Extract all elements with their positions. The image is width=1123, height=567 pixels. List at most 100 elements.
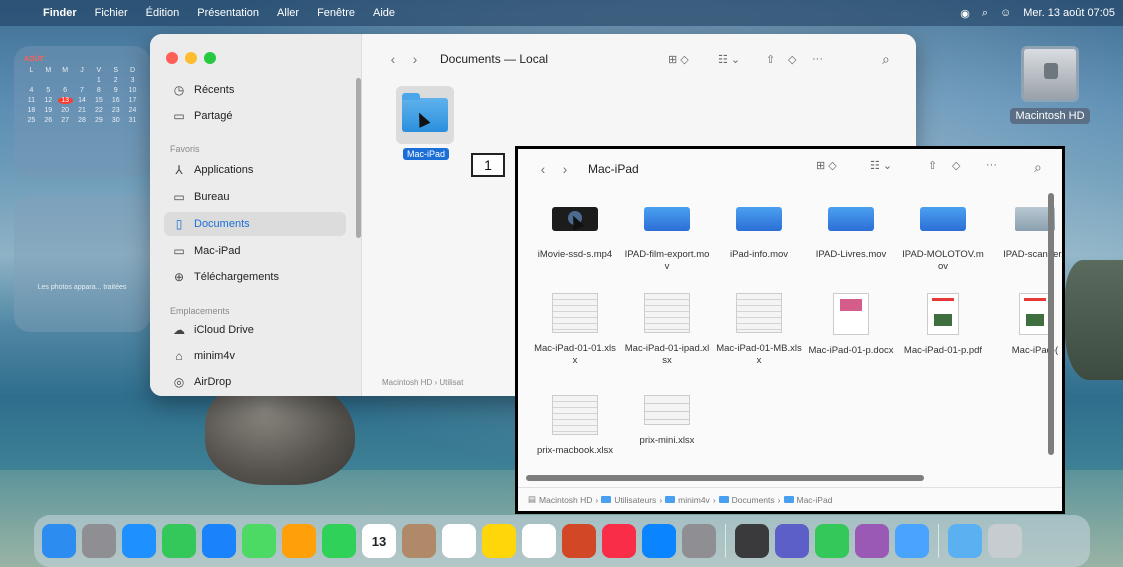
- powerpoint-icon[interactable]: [562, 524, 596, 558]
- menu-app-finder[interactable]: Finder: [34, 7, 86, 19]
- file-item[interactable]: iPad-info.mov: [716, 207, 802, 261]
- file-item[interactable]: Mac-iPad-01-p.pdf: [900, 293, 986, 357]
- path-item[interactable]: Documents: [732, 495, 775, 505]
- photos-widget[interactable]: Les photos appara... traitées: [14, 196, 150, 332]
- folder-mac-ipad[interactable]: Mac-iPad: [396, 86, 456, 162]
- share-icon[interactable]: ⇧: [928, 159, 937, 172]
- path-bar[interactable]: Macintosh HD › Utilisat: [382, 378, 463, 387]
- migration-icon[interactable]: [735, 524, 769, 558]
- minimize-button[interactable]: [185, 52, 197, 64]
- contacts-icon[interactable]: [402, 524, 436, 558]
- mail-icon[interactable]: [202, 524, 236, 558]
- menu-fichier[interactable]: Fichier: [86, 7, 137, 19]
- sidebar-item-icloud[interactable]: ☁ iCloud Drive: [164, 318, 346, 342]
- spotlight-icon[interactable]: ⌕: [982, 7, 988, 20]
- more-icon[interactable]: ···: [986, 159, 997, 171]
- menu-fenetre[interactable]: Fenêtre: [308, 7, 364, 19]
- search-icon[interactable]: ⌕: [1034, 159, 1042, 176]
- finder-window-mac-ipad[interactable]: ‹ › Mac-iPad ⊞ ◇ ☷ ⌄ ⇧ ◇ ··· ⌕ iMovie-ss…: [515, 146, 1065, 514]
- freeform-icon[interactable]: [522, 524, 556, 558]
- airdrop-icon: ◎: [173, 375, 185, 389]
- file-item[interactable]: IPAD-Livres.mov: [808, 207, 894, 261]
- file-item[interactable]: prix-mini.xlsx: [624, 395, 710, 447]
- music-icon[interactable]: [602, 524, 636, 558]
- search-icon[interactable]: ⌕: [882, 48, 890, 70]
- calendar-icon[interactable]: 13: [362, 524, 396, 558]
- file-item[interactable]: prix-macbook.xlsx: [532, 395, 618, 457]
- back-button[interactable]: ‹: [382, 48, 404, 70]
- launchpad-icon[interactable]: [82, 524, 116, 558]
- file-item[interactable]: Mac-iPad-01-ipad.xlsx: [624, 293, 710, 367]
- forward-button[interactable]: ›: [404, 48, 426, 70]
- menubar-clock[interactable]: Mer. 13 août 07:05: [1023, 7, 1115, 19]
- sidebar-item-airdrop[interactable]: ◎ AirDrop: [164, 370, 346, 394]
- podcast-icon[interactable]: [855, 524, 889, 558]
- path-item[interactable]: minim4v: [678, 495, 710, 505]
- reminders-icon[interactable]: [442, 524, 476, 558]
- file-name: Mac-iPad-01-p.pdf: [903, 345, 983, 356]
- appstore-icon[interactable]: [642, 524, 676, 558]
- sidebar-item-documents[interactable]: ▯ Documents: [164, 212, 346, 236]
- view-grid-icon[interactable]: ⊞ ◇: [816, 159, 837, 172]
- horizontal-scrollbar[interactable]: [526, 475, 924, 481]
- close-button[interactable]: [166, 52, 178, 64]
- menu-aller[interactable]: Aller: [268, 7, 308, 19]
- settings-icon[interactable]: [682, 524, 716, 558]
- calendar-day: 8: [96, 87, 101, 94]
- calendar-day: 1: [96, 77, 101, 84]
- forward-button[interactable]: ›: [554, 158, 576, 180]
- sidebar-item-bureau[interactable]: ▭ Bureau: [164, 185, 346, 209]
- downloads-folder-icon[interactable]: [948, 524, 982, 558]
- file-item[interactable]: Mac-iPad-01-MB.xlsx: [716, 293, 802, 367]
- sidebar-scrollbar[interactable]: [356, 78, 361, 238]
- tag-icon[interactable]: ◇: [952, 159, 960, 172]
- menu-presentation[interactable]: Présentation: [188, 7, 268, 19]
- path-bar[interactable]: ▤ Macintosh HD › Utilisateurs › minim4v › D…: [518, 487, 1062, 511]
- file-item[interactable]: IPAD-film-export.mov: [624, 207, 710, 273]
- photos-icon[interactable]: [282, 524, 316, 558]
- path-item[interactable]: Mac-iPad: [797, 495, 833, 505]
- file-item[interactable]: Mac-iPad-(: [992, 293, 1062, 357]
- back-button[interactable]: ‹: [532, 158, 554, 180]
- vertical-scrollbar[interactable]: [1048, 193, 1054, 455]
- path-item[interactable]: Utilisateurs: [614, 495, 656, 505]
- app-icon[interactable]: [815, 524, 849, 558]
- share-icon[interactable]: ⇧: [766, 48, 775, 70]
- file-item[interactable]: IPAD-scanner.r: [992, 207, 1062, 261]
- file-item[interactable]: Mac-iPad-01-p.docx: [808, 293, 894, 357]
- zoom-button[interactable]: [204, 52, 216, 64]
- file-item[interactable]: Mac-iPad-01-01.xlsx: [532, 293, 618, 367]
- maps-icon[interactable]: [242, 524, 276, 558]
- macintosh-hd-desktop-icon[interactable]: Macintosh HD: [1000, 46, 1100, 124]
- messages-icon[interactable]: [162, 524, 196, 558]
- sidebar-item-telechargements[interactable]: ⊕ Téléchargements: [164, 265, 346, 289]
- sidebar-item-applications[interactable]: ⅄ Applications: [164, 158, 346, 182]
- menu-edition[interactable]: Édition: [137, 7, 189, 19]
- group-icon[interactable]: ☷ ⌄: [870, 159, 892, 172]
- weather-icon[interactable]: [895, 524, 929, 558]
- teams-icon[interactable]: [775, 524, 809, 558]
- more-icon[interactable]: ···: [812, 48, 823, 70]
- sidebar-item-partage[interactable]: ▭ Partagé: [164, 104, 346, 128]
- view-grid-icon[interactable]: ⊞ ◇: [668, 48, 689, 70]
- finder-icon[interactable]: [42, 524, 76, 558]
- menu-aide[interactable]: Aide: [364, 7, 404, 19]
- dock: 13: [34, 515, 1090, 567]
- file-item[interactable]: iMovie-ssd-s.mp4: [532, 207, 618, 261]
- tag-icon[interactable]: ◇: [788, 48, 796, 70]
- group-icon[interactable]: ☷ ⌄: [718, 48, 740, 70]
- file-item[interactable]: IPAD-MOLOTOV.mov: [900, 207, 986, 273]
- facetime-icon[interactable]: [322, 524, 356, 558]
- calendar-day: [24, 77, 39, 84]
- calendar-widget[interactable]: AOÛT L M M J V S D 1 2 3 4 5 6 7 8 9 10 11 12 13 14 15 16 17 18 1…: [14, 46, 150, 178]
- sidebar-item-mac-ipad[interactable]: ▭ Mac-iPad: [164, 239, 346, 263]
- user-switch-icon[interactable]: ☺: [1000, 7, 1011, 19]
- sidebar-item-minim4v[interactable]: ⌂ minim4v: [164, 344, 346, 368]
- trash-icon[interactable]: [988, 524, 1022, 558]
- file-name: iPad-info.mov: [729, 249, 789, 260]
- sidebar-item-recents[interactable]: ◷ Récents: [164, 78, 346, 102]
- path-item[interactable]: Macintosh HD: [539, 495, 592, 505]
- notes-icon[interactable]: [482, 524, 516, 558]
- control-center-icon[interactable]: ◉: [960, 7, 970, 20]
- safari-icon[interactable]: [122, 524, 156, 558]
